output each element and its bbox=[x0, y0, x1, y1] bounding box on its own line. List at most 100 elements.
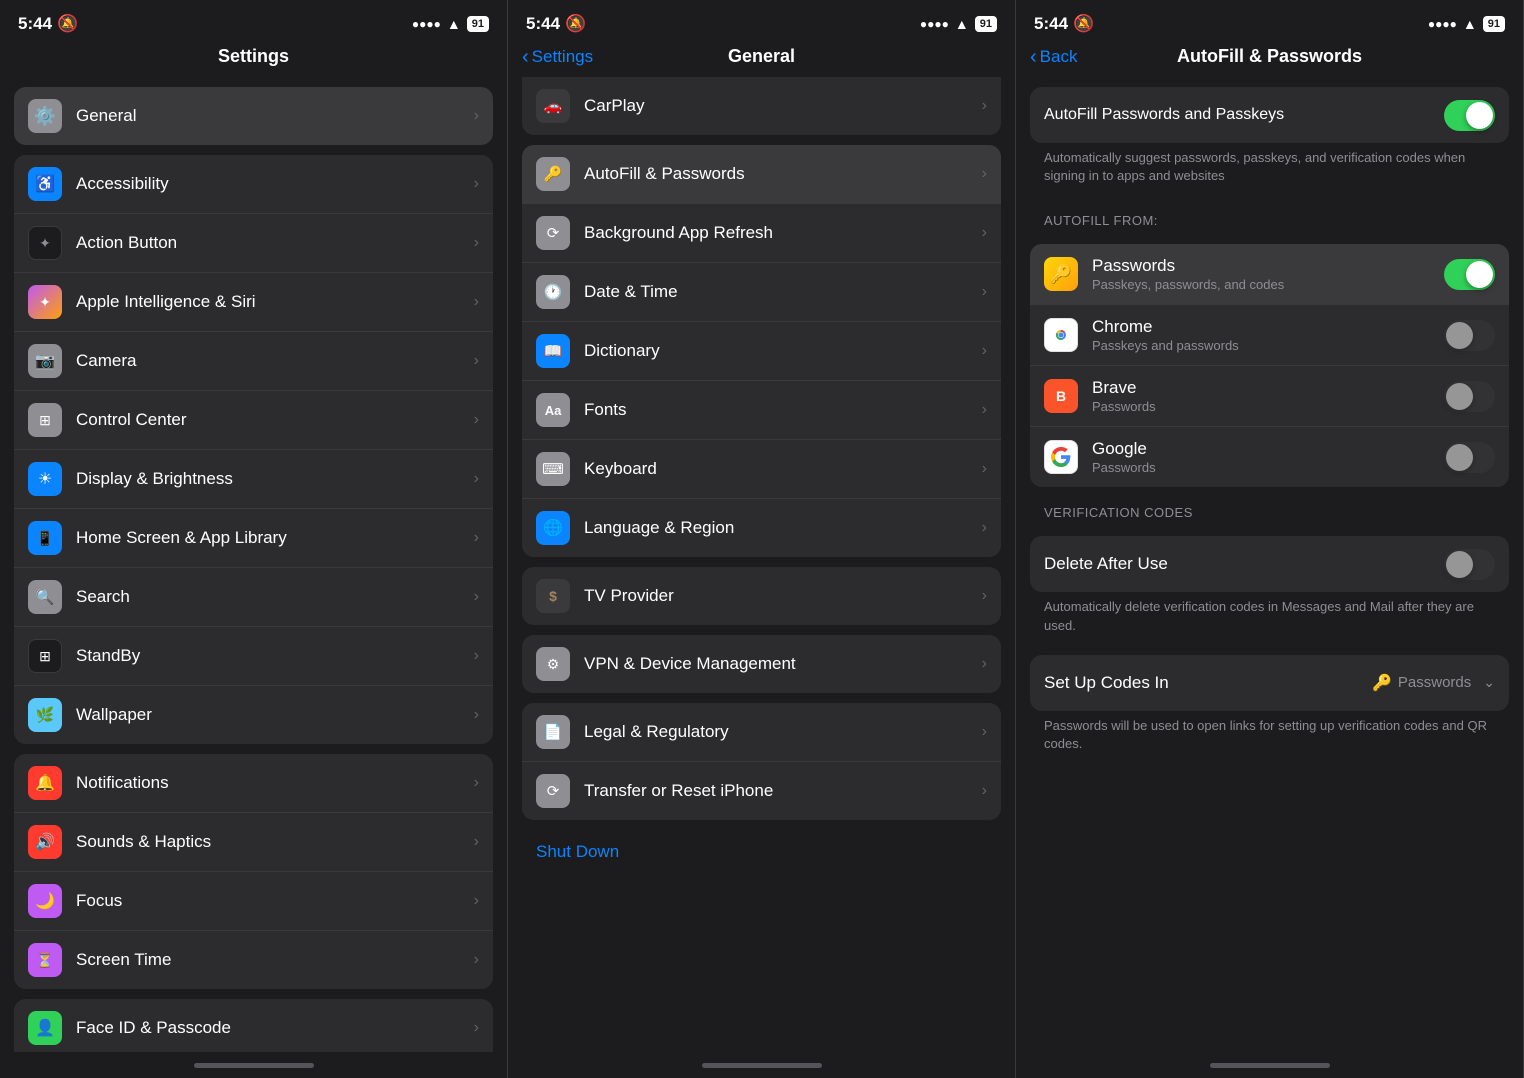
row-general[interactable]: ⚙️ General › bbox=[14, 87, 493, 145]
nav-header-p2: ‹ Settings General bbox=[508, 40, 1015, 77]
row-accessibility[interactable]: ♿ Accessibility › bbox=[14, 155, 493, 214]
siri-chevron: › bbox=[474, 293, 479, 311]
row-transfer[interactable]: ⟳ Transfer or Reset iPhone › bbox=[522, 762, 1001, 820]
row-date-time[interactable]: 🕐 Date & Time › bbox=[522, 263, 1001, 322]
row-standby[interactable]: ⊞ StandBy › bbox=[14, 627, 493, 686]
row-brave-source[interactable]: B Brave Passwords bbox=[1030, 366, 1509, 427]
tv-icon: $ bbox=[536, 579, 570, 613]
section-verification-codes: VERIFICATION CODES bbox=[1016, 487, 1523, 526]
accessibility-label: Accessibility bbox=[76, 174, 466, 194]
brave-source-toggle[interactable] bbox=[1444, 381, 1495, 412]
row-notifications[interactable]: 🔔 Notifications › bbox=[14, 754, 493, 813]
panel-autofill: 5:44 🔕 ●●●● ▲ 91 ‹ Back AutoFill & Passw… bbox=[1016, 0, 1524, 1078]
row-vpn[interactable]: ⚙ VPN & Device Management › bbox=[522, 635, 1001, 693]
battery-p1: 91 bbox=[467, 16, 489, 32]
row-bg-refresh[interactable]: ⟳ Background App Refresh › bbox=[522, 204, 1001, 263]
row-sounds[interactable]: 🔊 Sounds & Haptics › bbox=[14, 813, 493, 872]
chrome-source-sublabel: Passkeys and passwords bbox=[1092, 338, 1444, 353]
home-indicator-p2 bbox=[508, 1052, 1015, 1078]
status-time-p2: 5:44 🔕 bbox=[526, 14, 586, 34]
home-bar-p1 bbox=[194, 1063, 314, 1068]
row-camera[interactable]: 📷 Camera › bbox=[14, 332, 493, 391]
accessibility-chevron: › bbox=[474, 175, 479, 193]
passwords-source-sublabel: Passkeys, passwords, and codes bbox=[1092, 277, 1444, 292]
row-siri[interactable]: ✦ Apple Intelligence & Siri › bbox=[14, 273, 493, 332]
delete-after-use-toggle[interactable] bbox=[1444, 549, 1495, 580]
control-center-label: Control Center bbox=[76, 410, 466, 430]
row-autofill-toggle[interactable]: AutoFill Passwords and Passkeys bbox=[1030, 87, 1509, 143]
home-screen-icon: 📱 bbox=[28, 521, 62, 555]
sounds-icon: 🔊 bbox=[28, 825, 62, 859]
row-wallpaper[interactable]: 🌿 Wallpaper › bbox=[14, 686, 493, 744]
row-keyboard[interactable]: ⌨ Keyboard › bbox=[522, 440, 1001, 499]
row-legal[interactable]: 📄 Legal & Regulatory › bbox=[522, 703, 1001, 762]
scroll-area-p3[interactable]: AutoFill Passwords and Passkeys Automati… bbox=[1016, 77, 1523, 1052]
passwords-toggle-knob bbox=[1466, 261, 1493, 288]
status-icons-p3: ●●●● ▲ 91 bbox=[1428, 16, 1505, 32]
row-carplay[interactable]: 🚗 CarPlay › bbox=[522, 77, 1001, 135]
battery-p3: 91 bbox=[1483, 16, 1505, 32]
row-setup-codes[interactable]: Set Up Codes In 🔑 Passwords ⌄ bbox=[1030, 655, 1509, 711]
row-action-button[interactable]: ✦ Action Button › bbox=[14, 214, 493, 273]
keyboard-icon: ⌨ bbox=[536, 452, 570, 486]
row-chrome-source[interactable]: Chrome Passkeys and passwords bbox=[1030, 305, 1509, 366]
fonts-icon: Aa bbox=[536, 393, 570, 427]
legal-label: Legal & Regulatory bbox=[584, 722, 974, 742]
home-bar-p3 bbox=[1210, 1063, 1330, 1068]
display-label: Display & Brightness bbox=[76, 469, 466, 489]
legal-icon: 📄 bbox=[536, 715, 570, 749]
row-google-source[interactable]: Google Passwords bbox=[1030, 427, 1509, 487]
transfer-chevron: › bbox=[982, 782, 987, 800]
back-chevron-p2: ‹ bbox=[522, 47, 529, 67]
row-tv-provider[interactable]: $ TV Provider › bbox=[522, 567, 1001, 625]
row-fonts[interactable]: Aa Fonts › bbox=[522, 381, 1001, 440]
row-passwords-source[interactable]: 🔑 Passwords Passkeys, passwords, and cod… bbox=[1030, 244, 1509, 305]
chrome-source-toggle[interactable] bbox=[1444, 320, 1495, 351]
panel-settings: 5:44 🔕 ●●●● ▲ 91 Settings ⚙️ General › bbox=[0, 0, 508, 1078]
google-source-toggle[interactable] bbox=[1444, 442, 1495, 473]
section-autofill-from: AUTOFILL FROM: bbox=[1016, 195, 1523, 234]
status-time-p1: 5:44 🔕 bbox=[18, 14, 78, 34]
bell-icon-p2: 🔕 bbox=[565, 14, 586, 34]
wallpaper-icon: 🌿 bbox=[28, 698, 62, 732]
notifications-icon: 🔔 bbox=[28, 766, 62, 800]
control-center-icon: ⊞ bbox=[28, 403, 62, 437]
delete-description: Automatically delete verification codes … bbox=[1016, 592, 1523, 644]
row-language[interactable]: 🌐 Language & Region › bbox=[522, 499, 1001, 557]
row-screen-time[interactable]: ⏳ Screen Time › bbox=[14, 931, 493, 989]
row-focus[interactable]: 🌙 Focus › bbox=[14, 872, 493, 931]
passwords-source-toggle[interactable] bbox=[1444, 259, 1495, 290]
back-button-p3[interactable]: ‹ Back bbox=[1030, 47, 1077, 67]
setup-codes-label: Set Up Codes In bbox=[1044, 673, 1372, 693]
group-carplay: 🚗 CarPlay › bbox=[522, 77, 1001, 135]
group-vpn: ⚙ VPN & Device Management › bbox=[522, 635, 1001, 693]
row-control-center[interactable]: ⊞ Control Center › bbox=[14, 391, 493, 450]
row-dictionary[interactable]: 📖 Dictionary › bbox=[522, 322, 1001, 381]
autofill-main-description: Automatically suggest passwords, passkey… bbox=[1016, 143, 1523, 195]
row-home-screen[interactable]: 📱 Home Screen & App Library › bbox=[14, 509, 493, 568]
row-display[interactable]: ☀ Display & Brightness › bbox=[14, 450, 493, 509]
wallpaper-label: Wallpaper bbox=[76, 705, 466, 725]
shutdown-button[interactable]: Shut Down bbox=[508, 820, 1015, 884]
status-bar-p1: 5:44 🔕 ●●●● ▲ 91 bbox=[0, 0, 507, 40]
row-faceid[interactable]: 👤 Face ID & Passcode › bbox=[14, 999, 493, 1052]
autofill-toggle-label: AutoFill Passwords and Passkeys bbox=[1044, 106, 1444, 124]
autofill-main-toggle[interactable] bbox=[1444, 100, 1495, 131]
scroll-area-p1[interactable]: ⚙️ General › ♿ Accessibility › ✦ Action … bbox=[0, 77, 507, 1052]
vpn-chevron: › bbox=[982, 655, 987, 673]
wifi-icon-p3: ▲ bbox=[1463, 16, 1477, 32]
group-verification: Delete After Use bbox=[1030, 536, 1509, 592]
scroll-area-p2[interactable]: 🚗 CarPlay › 🔑 AutoFill & Passwords › ⟳ B… bbox=[508, 77, 1015, 1052]
brave-toggle-knob bbox=[1446, 383, 1473, 410]
screen-time-icon: ⏳ bbox=[28, 943, 62, 977]
page-title-p1: Settings bbox=[218, 46, 289, 67]
row-delete-after-use[interactable]: Delete After Use bbox=[1030, 536, 1509, 592]
autofill-icon: 🔑 bbox=[536, 157, 570, 191]
row-autofill[interactable]: 🔑 AutoFill & Passwords › bbox=[522, 145, 1001, 204]
row-search[interactable]: 🔍 Search › bbox=[14, 568, 493, 627]
siri-icon: ✦ bbox=[28, 285, 62, 319]
home-screen-label: Home Screen & App Library bbox=[76, 528, 466, 548]
passwords-source-label: Passwords bbox=[1092, 256, 1444, 276]
back-button-p2[interactable]: ‹ Settings bbox=[522, 47, 593, 67]
autofill-chevron: › bbox=[982, 165, 987, 183]
